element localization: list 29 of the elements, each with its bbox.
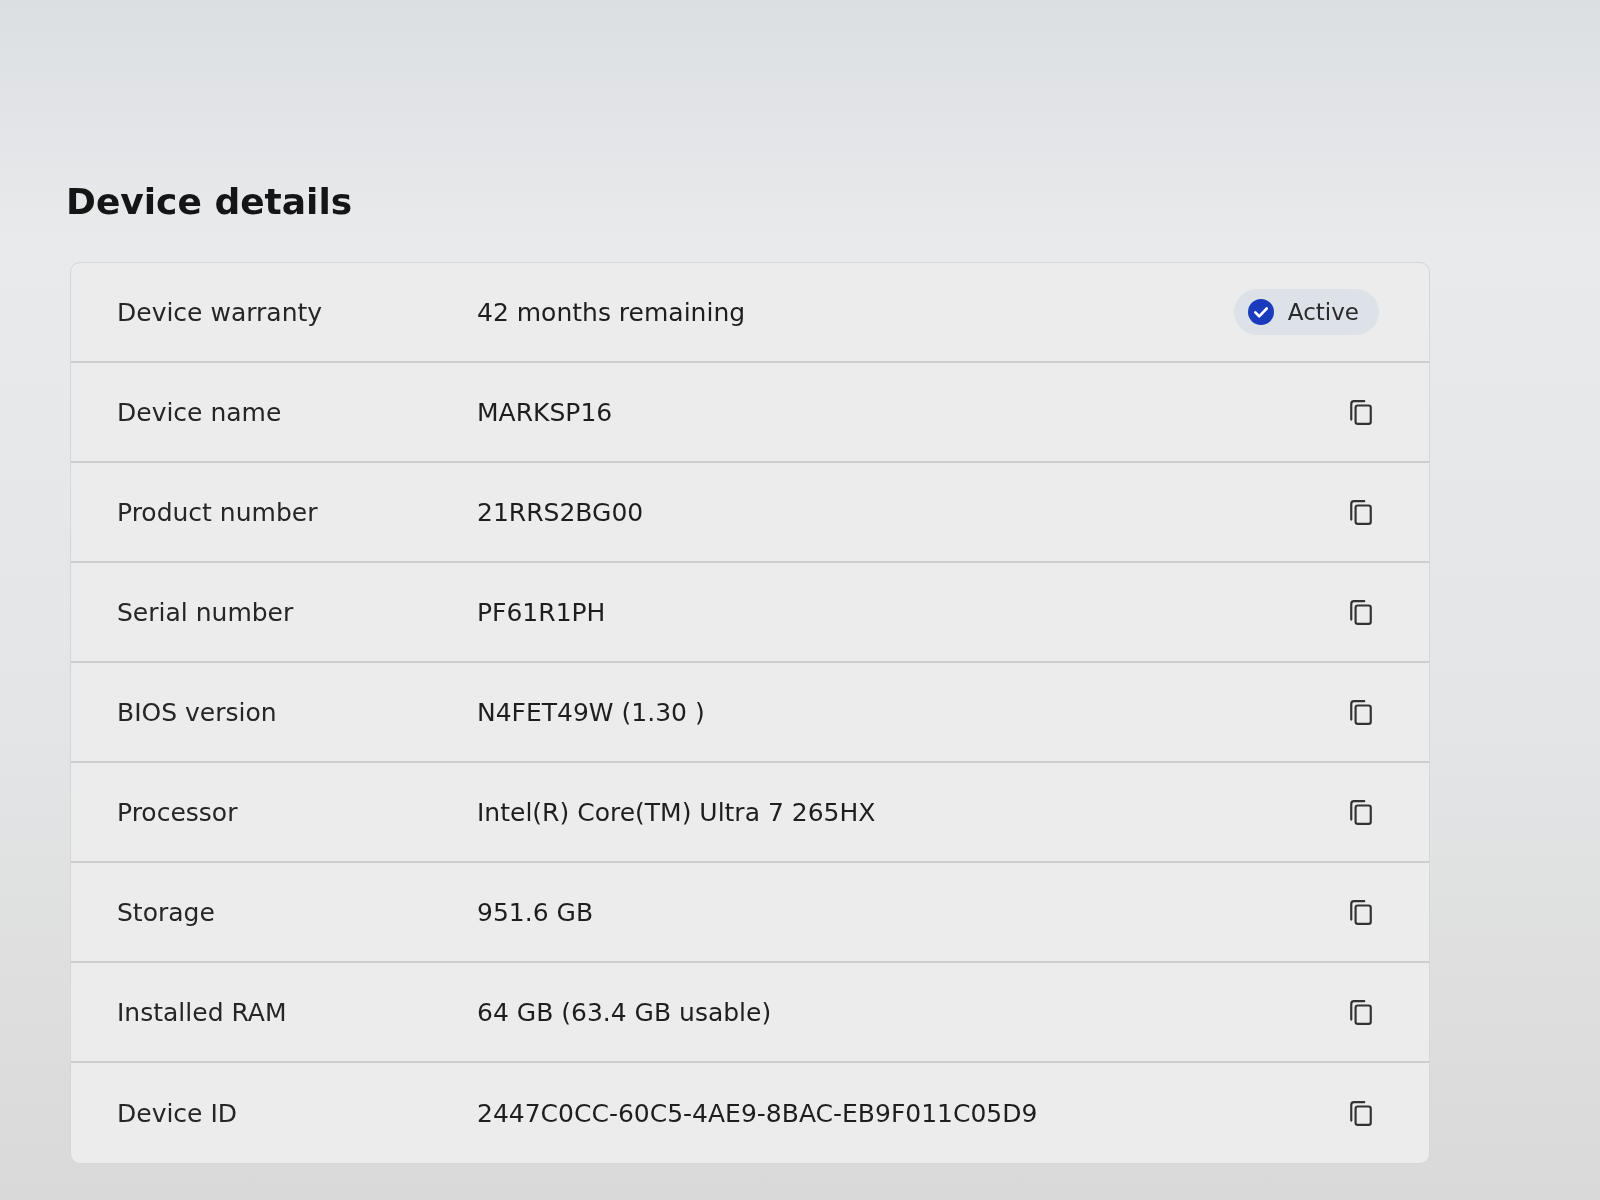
section-heading: Device details bbox=[66, 180, 354, 224]
detail-label: Installed RAM bbox=[117, 997, 288, 1027]
detail-label: Storage bbox=[117, 897, 216, 927]
status-text: Active bbox=[1287, 299, 1359, 325]
copy-icon bbox=[1349, 899, 1373, 925]
detail-value: 42 months remaining bbox=[477, 297, 747, 327]
detail-label: Product number bbox=[117, 497, 319, 527]
copy-icon bbox=[1349, 999, 1373, 1025]
detail-value: 64 GB (63.4 GB usable) bbox=[477, 997, 773, 1027]
copy-icon bbox=[1349, 1100, 1373, 1126]
detail-value: Intel(R) Core(TM) Ultra 7 265HX bbox=[477, 797, 877, 827]
copy-icon bbox=[1349, 699, 1373, 725]
detail-label: Processor bbox=[117, 797, 239, 827]
detail-value: N4FET49W (1.30 ) bbox=[477, 697, 706, 727]
detail-label: Device name bbox=[117, 397, 283, 427]
detail-label: BIOS version bbox=[117, 697, 278, 727]
copy-icon bbox=[1349, 499, 1373, 525]
copy-icon bbox=[1349, 799, 1373, 825]
copy-icon bbox=[1349, 599, 1373, 625]
detail-value: 21RRS2BG00 bbox=[477, 497, 645, 527]
check-circle-icon bbox=[1247, 299, 1274, 325]
detail-label: Serial number bbox=[117, 597, 295, 627]
copy-icon bbox=[1349, 399, 1373, 425]
detail-label: Device ID bbox=[117, 1098, 239, 1128]
detail-value: MARKSP16 bbox=[477, 397, 614, 427]
detail-value: 2447C0CC-60C5-4AE9-8BAC-EB9F011C05D9 bbox=[477, 1098, 1039, 1128]
detail-value: 951.6 GB bbox=[477, 897, 595, 927]
detail-label: Device warranty bbox=[117, 297, 324, 327]
detail-value: PF61R1PH bbox=[477, 597, 607, 627]
